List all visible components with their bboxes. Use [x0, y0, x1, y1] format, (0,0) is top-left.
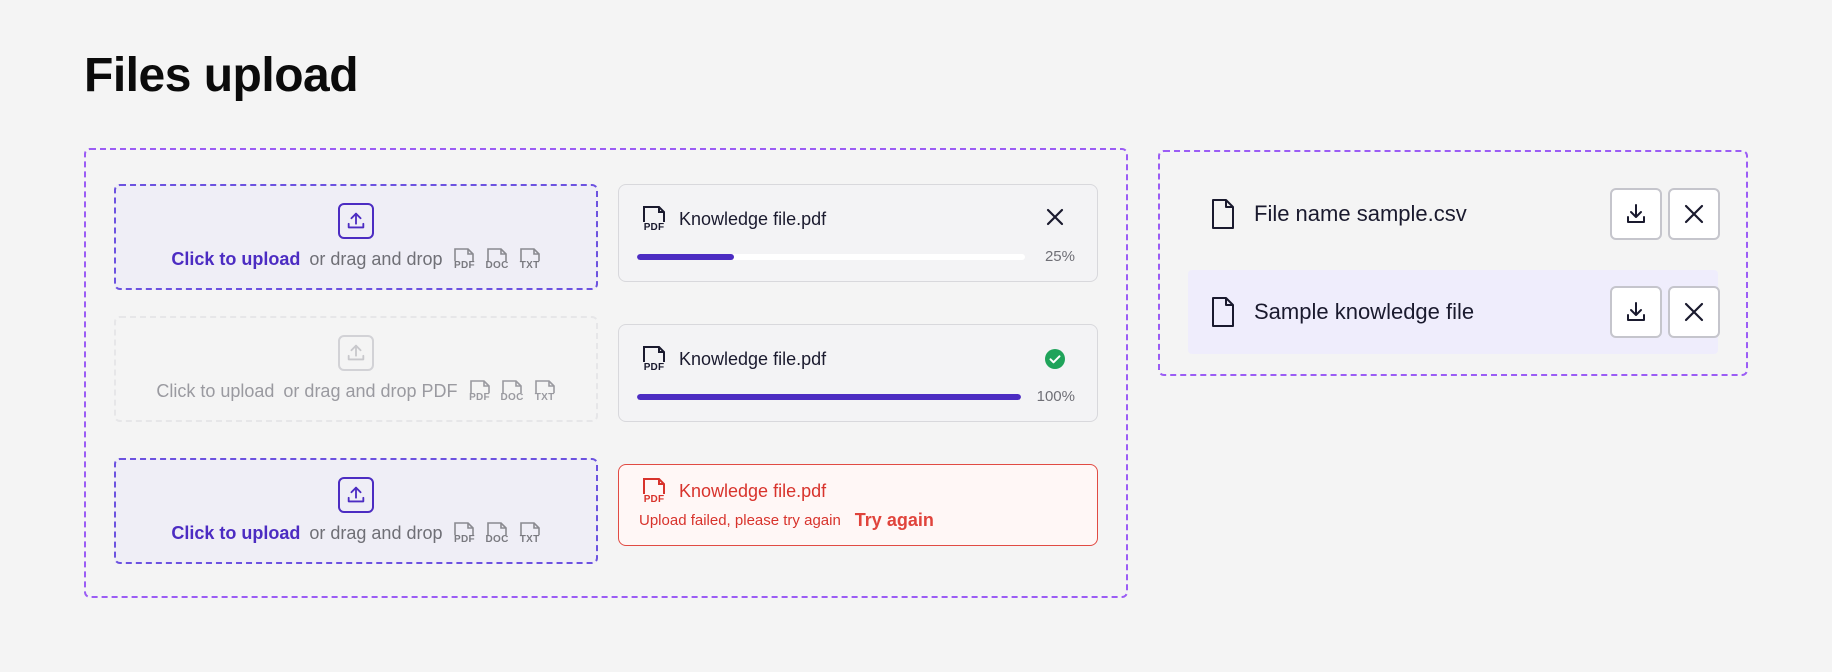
upload-progress: 100% [637, 388, 1075, 405]
doc-file-type-icon: DOC [501, 379, 524, 403]
pdf-file-icon: PDF [641, 477, 667, 505]
try-again-link[interactable]: Try again [855, 510, 934, 531]
dropzone-upload[interactable]: Click to upload or drag and drop PDF DOC… [114, 458, 598, 564]
file-icon [1212, 199, 1234, 229]
txt-file-type-icon: TXT [534, 379, 556, 403]
pdf-file-type-icon: PDF [453, 521, 475, 545]
error-message: Upload failed, please try again [639, 512, 841, 529]
drag-drop-text: or drag and drop [309, 248, 443, 269]
file-list-item[interactable]: Sample knowledge file [1188, 270, 1720, 354]
file-name: Sample knowledge file [1254, 299, 1475, 324]
click-to-upload-link[interactable]: Click to upload [171, 249, 300, 270]
progress-percent: 100% [1036, 388, 1075, 405]
pdf-file-icon: PDF [641, 205, 667, 233]
file-list-item[interactable]: File name sample.csv [1188, 172, 1720, 256]
file-name: Knowledge file.pdf [679, 480, 827, 501]
progress-track [637, 253, 1025, 260]
click-to-upload-link: Click to upload [156, 380, 275, 401]
file-icon [1212, 297, 1234, 327]
doc-file-type-icon: DOC [485, 521, 508, 545]
file-card-error: PDF Knowledge file.pdf Upload failed, pl… [618, 464, 1098, 546]
file-name: Knowledge file.pdf [679, 348, 827, 369]
download-icon [1627, 204, 1645, 223]
upload-icon[interactable] [338, 477, 374, 513]
close-icon [1684, 204, 1704, 224]
download-button[interactable] [1610, 286, 1662, 338]
files-upload-page: Files upload Click to upload or drag and… [0, 0, 1832, 672]
file-name: Knowledge file.pdf [679, 208, 827, 229]
pdf-file-type-icon: PDF [469, 379, 491, 403]
file-card-uploading: PDF Knowledge file.pdf 25% [618, 184, 1098, 282]
drag-drop-text: or drag and drop [309, 522, 443, 543]
progress-fill [637, 393, 1021, 400]
upload-icon[interactable] [338, 203, 374, 239]
pdf-file-type-icon: PDF [453, 247, 475, 271]
remove-button[interactable] [1668, 286, 1720, 338]
dropzone-upload[interactable]: Click to upload or drag and drop PDF DOC… [114, 184, 598, 290]
close-icon [1684, 302, 1704, 322]
progress-track [637, 393, 1021, 400]
page-title: Files upload [84, 49, 359, 102]
remove-button[interactable] [1668, 188, 1720, 240]
progress-fill [637, 253, 734, 260]
file-name: File name sample.csv [1254, 201, 1467, 226]
download-button[interactable] [1610, 188, 1662, 240]
upload-icon [338, 335, 374, 371]
drag-drop-text: or drag and drop PDF [283, 380, 458, 401]
download-icon [1627, 302, 1645, 321]
check-circle-icon [1045, 349, 1065, 374]
file-card-complete: PDF Knowledge file.pdf 100% [618, 324, 1098, 422]
txt-file-type-icon: TXT [519, 521, 541, 545]
doc-file-type-icon: DOC [485, 247, 508, 271]
cancel-upload-icon[interactable] [1045, 207, 1065, 232]
txt-file-type-icon: TXT [519, 247, 541, 271]
progress-percent: 25% [1044, 248, 1075, 265]
click-to-upload-link[interactable]: Click to upload [171, 523, 300, 544]
dropzone-upload-disabled: Click to upload or drag and drop PDF PDF… [114, 316, 598, 422]
pdf-file-icon: PDF [641, 345, 667, 373]
upload-progress: 25% [637, 248, 1075, 265]
